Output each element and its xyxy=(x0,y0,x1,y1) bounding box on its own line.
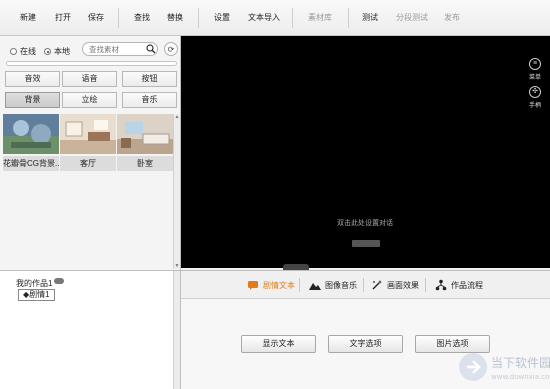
test-button[interactable]: 测试 xyxy=(362,12,378,24)
toolbar-separator xyxy=(292,8,293,28)
project-scrollbar[interactable] xyxy=(173,271,180,389)
svg-text:www.downxia.com: www.downxia.com xyxy=(491,373,550,381)
tab-label: 剧情文本 xyxy=(263,280,295,290)
asset-label: 客厅 xyxy=(60,156,116,171)
source-online-radio[interactable]: 在线 xyxy=(10,46,36,57)
tab-label: 画面效果 xyxy=(387,280,419,290)
gamepad-side-button[interactable]: ✣ 手柄 xyxy=(524,86,546,109)
category-sound-effect[interactable]: 音效 xyxy=(5,71,60,87)
find-button[interactable]: 查找 xyxy=(134,12,150,24)
radio-label: 在线 xyxy=(20,47,36,56)
mountain-icon xyxy=(309,283,321,290)
tab-screen-effects[interactable]: 画面效果 xyxy=(371,278,419,292)
properties-tabbar: 剧情文本 图像音乐 画面效果 作品流程 xyxy=(181,271,550,299)
asset-scrollbar[interactable]: ▲ ▼ xyxy=(173,114,180,269)
scroll-down-icon[interactable]: ▼ xyxy=(174,263,180,269)
svg-text:当下软件园: 当下软件园 xyxy=(491,356,550,370)
asset-thumbnail[interactable]: 花瓣骨CG背景... xyxy=(3,114,59,171)
category-portrait[interactable]: 立绘 xyxy=(62,92,117,108)
refresh-icon: ⟳ xyxy=(167,44,175,54)
text-options-button[interactable]: 文字选项 xyxy=(328,335,403,353)
menu-icon: ≡ xyxy=(529,58,541,70)
dialog-continue-badge xyxy=(352,240,380,247)
category-voice[interactable]: 语音 xyxy=(62,71,117,87)
scroll-up-icon[interactable]: ▲ xyxy=(174,114,180,120)
category-background[interactable]: 背景 xyxy=(5,92,60,108)
main-toolbar: 新建 打开 保存 查找 替换 设置 文本导入 素材库 测试 分段测试 发布 xyxy=(0,0,550,36)
project-badge xyxy=(54,278,64,284)
scene-node[interactable]: ◆剧情1 xyxy=(18,289,55,301)
thumbnail-size-slider[interactable] xyxy=(6,61,177,66)
tab-separator xyxy=(299,278,300,292)
tab-separator xyxy=(363,278,364,292)
chat-bubble-icon xyxy=(248,281,258,290)
category-music[interactable]: 音乐 xyxy=(122,92,177,108)
toolbar-separator xyxy=(198,8,199,28)
background-image-preview xyxy=(117,114,173,154)
asset-library-button[interactable]: 素材库 xyxy=(308,12,332,24)
search-icon[interactable] xyxy=(146,44,156,54)
asset-panel: 在线 本地 ⟳ 音效 语音 按钮 背景 立绘 音乐 花瓣骨CG背景... xyxy=(0,36,181,270)
replace-button[interactable]: 替换 xyxy=(167,12,183,24)
toolbar-separator xyxy=(348,8,349,28)
new-button[interactable]: 新建 xyxy=(20,12,36,24)
tab-image-music[interactable]: 图像音乐 xyxy=(309,278,357,292)
asset-thumbnail[interactable]: 卧室 xyxy=(117,114,173,171)
settings-button[interactable]: 设置 xyxy=(214,12,230,24)
refresh-button[interactable]: ⟳ xyxy=(164,42,178,56)
asset-label: 花瓣骨CG背景... xyxy=(3,156,59,171)
radio-indicator xyxy=(44,48,51,55)
radio-label: 本地 xyxy=(54,47,70,56)
magic-wand-icon xyxy=(372,280,382,290)
segment-test-button[interactable]: 分段测试 xyxy=(396,12,428,24)
radio-indicator xyxy=(10,48,17,55)
tab-story-text[interactable]: 剧情文本 xyxy=(247,278,295,292)
site-watermark-logo: 当下软件园 www.downxia.com xyxy=(459,353,550,381)
toolbar-separator xyxy=(118,8,119,28)
show-text-button[interactable]: 显示文本 xyxy=(241,335,316,353)
tab-label: 作品流程 xyxy=(451,280,483,290)
source-local-radio[interactable]: 本地 xyxy=(44,46,70,57)
background-image-preview xyxy=(3,114,59,154)
side-icon-label: 手柄 xyxy=(528,103,541,109)
project-title[interactable]: 我的作品1 xyxy=(16,278,52,289)
asset-thumbnail[interactable]: 客厅 xyxy=(60,114,116,171)
text-import-button[interactable]: 文本导入 xyxy=(248,12,280,24)
stage-preview[interactable] xyxy=(181,36,550,268)
tab-label: 图像音乐 xyxy=(325,280,357,290)
flowchart-icon xyxy=(435,279,447,291)
background-image-preview xyxy=(60,114,116,154)
project-tree: 我的作品1 ◆剧情1 xyxy=(0,270,181,389)
side-icon-label: 菜单 xyxy=(528,75,541,81)
save-button[interactable]: 保存 xyxy=(88,12,104,24)
tab-separator xyxy=(425,278,426,292)
asset-label: 卧室 xyxy=(117,156,173,171)
publish-button[interactable]: 发布 xyxy=(444,12,460,24)
tab-work-flow[interactable]: 作品流程 xyxy=(435,278,483,292)
gamepad-icon: ✣ xyxy=(529,86,541,98)
category-button[interactable]: 按钮 xyxy=(122,71,177,87)
menu-side-button[interactable]: ≡ 菜单 xyxy=(524,58,546,81)
open-button[interactable]: 打开 xyxy=(55,12,71,24)
dialog-hint-text: 双击此处设置对话 xyxy=(337,220,393,227)
